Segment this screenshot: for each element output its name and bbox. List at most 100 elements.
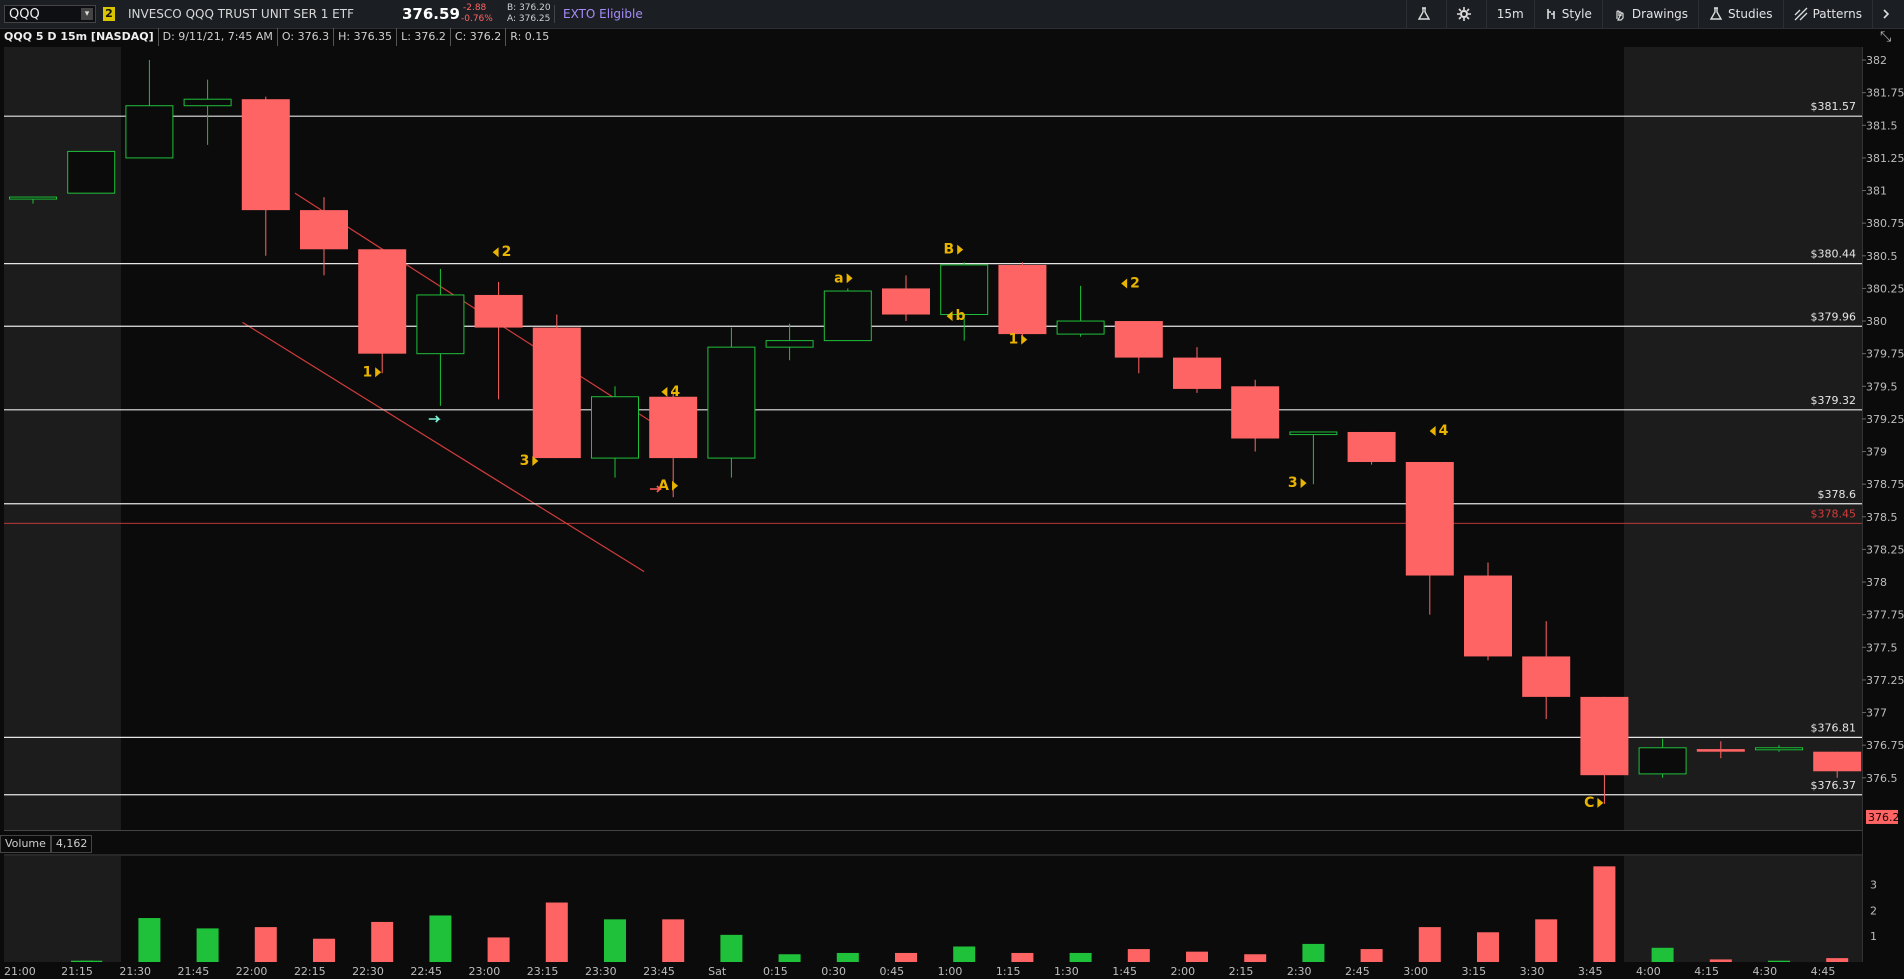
volume-value: 4,162: [50, 835, 93, 853]
y-tick-label: 378: [1866, 576, 1887, 589]
link-group-badge[interactable]: 2: [103, 7, 115, 21]
drawings-button[interactable]: Drawings: [1601, 0, 1698, 28]
wave-arrow-left-icon: [1429, 425, 1436, 436]
candle-body-up: [707, 346, 756, 459]
bar-low: L: 376.2: [397, 28, 451, 46]
volume-tick-label: 3: [1870, 878, 1877, 891]
wave-arrow-right-icon: [375, 367, 382, 378]
wave-label-text: 1: [1008, 332, 1018, 348]
wave-label: 3: [520, 453, 539, 469]
price-level-label: $378.45: [1811, 507, 1857, 520]
x-axis-label: 3:45: [1578, 965, 1603, 978]
wave-arrow-right-icon: [846, 273, 853, 284]
studies-button[interactable]: Studies: [1698, 0, 1783, 28]
price-chart[interactable]: 382 381.75 381.5 381.25 381 380.75 380.5 380.25…: [0, 0, 1904, 979]
candle: [358, 249, 407, 374]
y-tick-label: 382: [1866, 54, 1887, 67]
wave-label: 4: [1429, 423, 1449, 439]
x-axis-label: 22:00: [236, 965, 268, 978]
candle: [1347, 431, 1396, 465]
cyan-arrow-icon: [428, 415, 441, 423]
candle: [882, 275, 930, 322]
wave-label: 2: [492, 244, 511, 260]
candle-body-down: [1347, 431, 1396, 462]
volume-bar: [662, 919, 685, 962]
y-tick-label: 379: [1866, 446, 1887, 459]
wave-arrow-left-icon: [1121, 278, 1128, 289]
wave-label: 1: [1008, 332, 1028, 348]
volume-bar: [953, 946, 976, 962]
x-axis-label: Sat: [708, 965, 727, 978]
timeframe-button[interactable]: 15m: [1485, 0, 1534, 28]
flask-button[interactable]: [1405, 0, 1446, 28]
bar-date: D: 9/11/21, 7:45 AM: [159, 28, 278, 46]
wave-arrow-right-icon: [1021, 334, 1028, 345]
settings-button[interactable]: [1445, 0, 1486, 28]
candle-body-up: [1755, 747, 1803, 751]
collapse-icon[interactable]: ⤡: [1880, 30, 1896, 46]
symbol-dropdown-icon[interactable]: ▾: [81, 8, 93, 20]
chart-title[interactable]: QQQ 5 D 15m [NASDAQ]: [0, 28, 159, 46]
chart-info-bar: QQQ 5 D 15m [NASDAQ] D: 9/11/21, 7:45 AM O…: [0, 28, 553, 46]
patterns-button[interactable]: Patterns: [1782, 0, 1872, 28]
volume-bar: [1244, 954, 1267, 962]
exto-badge[interactable]: EXTO Eligible: [563, 0, 643, 28]
wave-label: 3: [1288, 475, 1307, 491]
style-button[interactable]: Style: [1533, 0, 1602, 28]
wave-arrow-right-icon: [1300, 478, 1307, 489]
candle-body-down: [1522, 656, 1571, 697]
red-arrow-icon: [649, 485, 662, 493]
chart-tools: 15m Style Drawings Studies Patterns: [1405, 0, 1904, 28]
candle: [1114, 321, 1163, 374]
candle: [1580, 696, 1629, 804]
candle: [1696, 741, 1745, 759]
timeframe-label: 15m: [1496, 7, 1524, 21]
x-axis-label: 22:15: [294, 965, 326, 978]
price-level-label: $376.81: [1811, 721, 1857, 734]
candle-body-down: [1696, 749, 1745, 752]
top-toolbar: QQQ ▾ 2 INVESCO QQQ TRUST UNIT SER 1 ETF…: [0, 0, 1904, 29]
candle-body-down: [1464, 575, 1512, 657]
candle: [707, 327, 756, 478]
candle-body-up: [1638, 747, 1687, 775]
y-tick-label: 379.75: [1866, 348, 1904, 361]
bar-open: O: 376.3: [278, 28, 335, 46]
candle-body-down: [532, 327, 581, 459]
candle: [1755, 745, 1803, 752]
y-tick-label: 376.75: [1866, 739, 1904, 752]
studies-label: Studies: [1728, 7, 1773, 21]
x-axis-label: 1:00: [938, 965, 963, 978]
candle-body-up: [416, 294, 465, 355]
candle: [1056, 285, 1105, 337]
last-price-tag-text: 376.2: [1868, 811, 1900, 824]
candle: [940, 262, 989, 341]
volume-bar: [371, 921, 394, 962]
studies-icon: [1709, 7, 1723, 20]
candle: [183, 79, 232, 145]
y-tick-label: 381.25: [1866, 152, 1904, 165]
x-axis-label: 21:00: [4, 965, 36, 978]
volume-bar: [138, 918, 161, 962]
wave-arrow-right-icon: [672, 480, 679, 491]
x-axis-label: 1:15: [996, 965, 1021, 978]
wave-label-text: 1: [362, 364, 372, 380]
candle-body-up: [1289, 431, 1338, 436]
candle-body-up: [765, 340, 814, 348]
candle-body-up: [940, 264, 989, 316]
volume-bar: [1477, 932, 1499, 962]
volume-tick-label: 2: [1870, 904, 1877, 917]
volume-bar: [1302, 943, 1325, 962]
wave-label: 4: [661, 384, 680, 400]
candle: [1405, 461, 1454, 615]
volume-bar: [313, 938, 335, 962]
y-tick-label: 377.5: [1866, 641, 1898, 654]
x-axis-label: 4:45: [1811, 965, 1836, 978]
candle: [125, 60, 174, 159]
price-level-label: $379.96: [1811, 310, 1857, 323]
flask-icon: [1417, 7, 1430, 20]
symbol-input[interactable]: QQQ ▾: [4, 5, 96, 23]
x-axis-label: 23:30: [585, 965, 617, 978]
wave-label-text: a: [834, 270, 843, 286]
more-button[interactable]: [1872, 0, 1904, 28]
x-axis-label: 4:30: [1752, 965, 1777, 978]
